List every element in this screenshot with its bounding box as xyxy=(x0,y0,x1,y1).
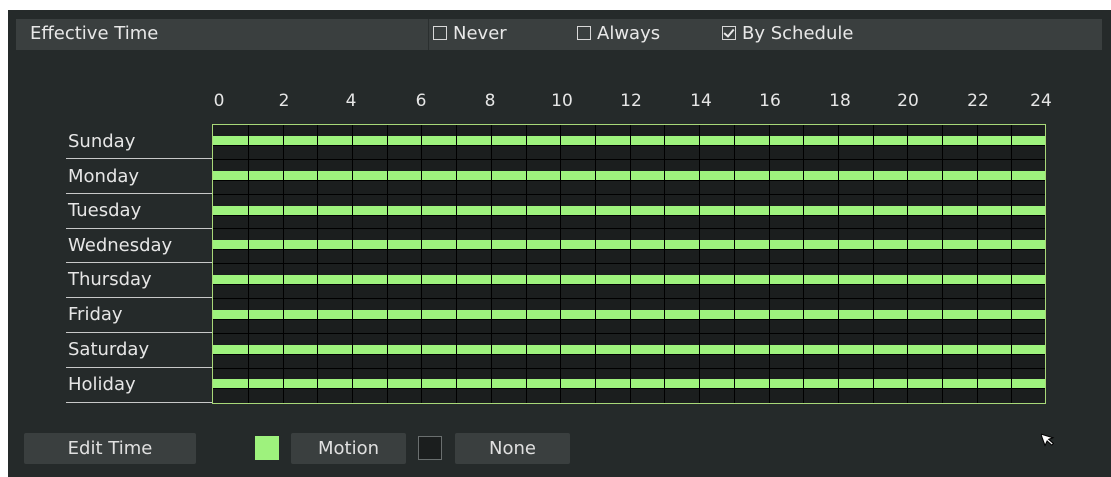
hour-label: 22 xyxy=(967,91,989,111)
day-label-monday: Monday xyxy=(68,166,140,187)
grid-vline xyxy=(977,125,978,403)
grid-vline xyxy=(769,125,770,403)
day-separator xyxy=(66,297,212,298)
grid-vline xyxy=(317,125,318,403)
header-title: Effective Time xyxy=(30,23,159,44)
hour-label: 18 xyxy=(829,91,851,111)
grid-vline xyxy=(560,125,561,403)
day-label-tuesday: Tuesday xyxy=(68,200,142,221)
option-by-schedule[interactable]: By Schedule xyxy=(722,24,853,44)
hour-label: 8 xyxy=(484,91,496,111)
day-separator xyxy=(66,332,212,333)
day-label-holiday: Holiday xyxy=(68,374,136,395)
grid-vline xyxy=(838,125,839,403)
schedule-grid[interactable] xyxy=(212,124,1046,404)
by-schedule-checkbox[interactable] xyxy=(722,26,736,40)
grid-vline xyxy=(942,125,943,403)
none-button[interactable]: None xyxy=(455,433,570,464)
hour-label: 24 xyxy=(1030,91,1052,111)
grid-vline xyxy=(248,125,249,403)
none-color-swatch[interactable] xyxy=(418,436,442,460)
hour-label: 0 xyxy=(213,91,225,111)
day-separator xyxy=(66,228,212,229)
grid-vline xyxy=(664,125,665,403)
grid-vline xyxy=(873,125,874,403)
grid-vline xyxy=(456,125,457,403)
day-label-wednesday: Wednesday xyxy=(68,235,173,256)
grid-vline xyxy=(387,125,388,403)
hour-label: 10 xyxy=(551,91,573,111)
hour-label: 14 xyxy=(690,91,712,111)
option-always[interactable]: Always xyxy=(577,24,660,44)
day-label-saturday: Saturday xyxy=(68,339,150,360)
grid-vline xyxy=(421,125,422,403)
never-label: Never xyxy=(453,23,507,44)
day-separator xyxy=(66,158,212,159)
edit-time-button[interactable]: Edit Time xyxy=(24,433,196,464)
grid-vline xyxy=(491,125,492,403)
mouse-pointer-icon xyxy=(1041,433,1055,447)
grid-vline xyxy=(1011,125,1012,403)
grid-vline xyxy=(907,125,908,403)
grid-vline xyxy=(803,125,804,403)
motion-button[interactable]: Motion xyxy=(291,433,406,464)
hour-label: 16 xyxy=(759,91,781,111)
hour-label: 4 xyxy=(345,91,357,111)
grid-vline xyxy=(734,125,735,403)
hour-label: 12 xyxy=(620,91,642,111)
day-label-friday: Friday xyxy=(68,304,123,325)
day-label-sunday: Sunday xyxy=(68,131,136,152)
always-label: Always xyxy=(597,23,661,44)
grid-vline xyxy=(283,125,284,403)
day-separator xyxy=(66,402,212,403)
hour-label: 6 xyxy=(415,91,427,111)
by-schedule-label: By Schedule xyxy=(742,23,854,44)
never-checkbox[interactable] xyxy=(433,26,447,40)
grid-vline xyxy=(699,125,700,403)
hour-label: 2 xyxy=(278,91,290,111)
day-separator xyxy=(66,262,212,263)
option-never[interactable]: Never xyxy=(433,24,507,44)
hour-label: 20 xyxy=(897,91,919,111)
grid-vline xyxy=(595,125,596,403)
header-divider xyxy=(428,19,429,50)
motion-color-swatch[interactable] xyxy=(255,436,279,460)
always-checkbox[interactable] xyxy=(577,26,591,40)
day-label-thursday: Thursday xyxy=(68,269,152,290)
day-separator xyxy=(66,193,212,194)
grid-vline xyxy=(526,125,527,403)
grid-vline xyxy=(352,125,353,403)
grid-vline xyxy=(630,125,631,403)
effective-time-header: Effective Time Never Always By Schedule xyxy=(16,19,1102,50)
day-separator xyxy=(66,367,212,368)
